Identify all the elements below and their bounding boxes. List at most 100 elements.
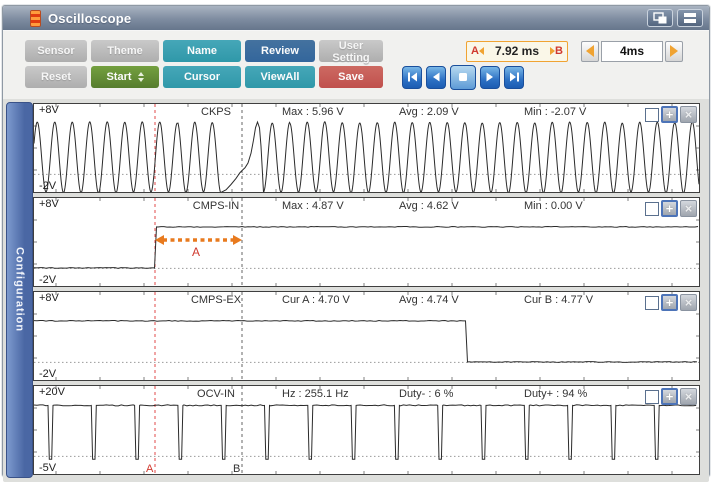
reset-button[interactable]: Reset <box>25 66 87 88</box>
app-icon <box>31 10 40 26</box>
scope-area: Configuration +8V -2V CKPS Max : 5.96 V … <box>3 99 709 482</box>
cmps-ex-channel-name: CMPS-EX <box>190 294 242 306</box>
configuration-tab-label: Configuration <box>13 247 26 333</box>
ocv-in-vmax-label: +20V <box>39 386 65 398</box>
cursor-button[interactable]: Cursor <box>163 66 241 88</box>
ckps-stat-min: Min : -2.07 V <box>524 106 587 118</box>
name-button[interactable]: Name <box>163 40 241 62</box>
cmps-ex-stat-cura: Cur A : 4.70 V <box>282 294 350 306</box>
ocv-in-expand-button[interactable]: + <box>661 388 678 405</box>
toolbar: Sensor Theme Name Review User Setting A … <box>3 31 709 99</box>
configuration-tab[interactable]: Configuration <box>6 102 33 478</box>
playback-controls <box>402 64 524 90</box>
cmps-ex-waveform-plot[interactable] <box>34 292 699 380</box>
tile-icon <box>684 13 696 23</box>
ckps-waveform-plot[interactable] <box>34 104 699 192</box>
tile-windows-button[interactable] <box>677 9 703 27</box>
ocv-in-waveform-plot[interactable]: AB <box>34 386 699 474</box>
cmps-in-controls: + × <box>645 200 697 217</box>
ocv-in-channel-name: OCV-IN <box>197 388 235 400</box>
ckps-select-checkbox[interactable] <box>645 107 659 122</box>
cmps-ex-vmax-label: +8V <box>39 292 59 304</box>
ckps-close-button[interactable]: × <box>680 106 697 123</box>
ckps-vmax-label: +8V <box>39 104 59 116</box>
cmps-in-channel-name: CMPS-IN <box>192 200 240 212</box>
theme-button[interactable]: Theme <box>91 40 159 62</box>
toolbar-row-1: Sensor Theme Name Review User Setting A … <box>25 39 709 64</box>
review-button[interactable]: Review <box>245 40 315 62</box>
right-arrow-icon <box>670 45 678 57</box>
channel-panel-ocv-in: AB +20V -5V OCV-IN Hz : 255.1 Hz Duty- :… <box>33 385 700 475</box>
start-spinner-icon <box>137 72 144 82</box>
cmps-ex-controls: + × <box>645 294 697 311</box>
cmps-in-select-checkbox[interactable] <box>645 201 659 216</box>
oscilloscope-window: Oscilloscope Sensor Theme Name Review Us <box>2 5 710 482</box>
window-buttons <box>647 9 703 27</box>
ckps-stat-max: Max : 5.96 V <box>282 106 344 118</box>
ocv-in-stat-hz: Hz : 255.1 Hz <box>282 388 349 400</box>
window-title: Oscilloscope <box>48 10 132 26</box>
ckps-channel-name: CKPS <box>201 106 231 118</box>
skip-to-start-icon <box>407 72 417 82</box>
cmps-in-close-button[interactable]: × <box>680 200 697 217</box>
ab-time-display: A 7.92 ms B <box>466 40 568 62</box>
cmps-in-stat-avg: Avg : 4.62 V <box>399 200 459 212</box>
timebase-group: A 7.92 ms B 4ms <box>466 40 709 62</box>
cmps-ex-close-button[interactable]: × <box>680 294 697 311</box>
save-button[interactable]: Save <box>319 66 383 88</box>
sensor-button[interactable]: Sensor <box>25 40 87 62</box>
skip-to-start-button[interactable] <box>402 65 422 89</box>
svg-text:A: A <box>146 463 154 474</box>
cmps-in-vmin-label: -2V <box>39 274 57 286</box>
ocv-in-select-checkbox[interactable] <box>645 389 659 404</box>
timebase-value[interactable]: 4ms <box>601 40 663 62</box>
cmps-in-expand-button[interactable]: + <box>661 200 678 217</box>
ckps-vmin-label: -2V <box>39 180 57 192</box>
ocv-in-vmin-label: -5V <box>39 462 57 474</box>
titlebar: Oscilloscope <box>3 6 709 31</box>
cmps-in-stat-min: Min : 0.00 V <box>524 200 583 212</box>
cmps-ex-vmin-label: -2V <box>39 368 57 380</box>
cmps-ex-expand-button[interactable]: + <box>661 294 678 311</box>
skip-to-end-icon <box>509 72 519 82</box>
cmps-ex-select-checkbox[interactable] <box>645 295 659 310</box>
svg-text:B: B <box>233 463 240 474</box>
toolbar-row-2: Reset Start Cursor ViewAll Save <box>25 64 709 90</box>
ocv-in-stat-duty-plus: Duty+ : 94 % <box>524 388 588 400</box>
ocv-in-stat-duty-minus: Duty- : 6 % <box>399 388 454 400</box>
ocv-in-close-button[interactable]: × <box>680 388 697 405</box>
timebase-decrease-button[interactable] <box>581 40 599 62</box>
ab-time-value: 7.92 ms <box>494 44 540 58</box>
step-back-icon <box>433 72 440 82</box>
cascade-icon <box>653 12 667 24</box>
cmps-in-vmax-label: +8V <box>39 198 59 210</box>
timebase-increase-button[interactable] <box>665 40 683 62</box>
cmps-in-stat-max: Max : 4.87 V <box>282 200 344 212</box>
start-label: Start <box>106 71 132 83</box>
cursor-b-label: B <box>555 45 563 57</box>
channel-panels: +8V -2V CKPS Max : 5.96 V Avg : 2.09 V M… <box>33 103 700 475</box>
stop-button[interactable] <box>450 64 476 90</box>
left-arrow-icon <box>586 45 594 57</box>
step-back-button[interactable] <box>426 65 446 89</box>
cmps-ex-stat-curb: Cur B : 4.77 V <box>524 294 594 306</box>
start-button[interactable]: Start <box>91 66 159 88</box>
cmps-ex-stat-avg: Avg : 4.74 V <box>399 294 459 306</box>
cascade-windows-button[interactable] <box>647 9 673 27</box>
play-icon <box>486 72 493 82</box>
ckps-controls: + × <box>645 106 697 123</box>
ckps-expand-button[interactable]: + <box>661 106 678 123</box>
play-button[interactable] <box>480 65 500 89</box>
viewall-button[interactable]: ViewAll <box>245 66 315 88</box>
channel-panel-cmps-ex: +8V -2V CMPS-EX Cur A : 4.70 V Avg : 4.7… <box>33 291 700 381</box>
channel-panel-ckps: +8V -2V CKPS Max : 5.96 V Avg : 2.09 V M… <box>33 103 700 193</box>
channel-panel-cmps-in: A +8V -2V CMPS-IN Max : 4.87 V Avg : 4.6… <box>33 197 700 287</box>
ocv-in-controls: + × <box>645 388 697 405</box>
cmps-in-waveform-plot[interactable]: A <box>34 198 699 286</box>
svg-text:A: A <box>192 245 200 259</box>
cursor-a-label: A <box>471 45 479 57</box>
skip-to-end-button[interactable] <box>504 65 524 89</box>
user-setting-button[interactable]: User Setting <box>319 40 383 64</box>
ckps-stat-avg: Avg : 2.09 V <box>399 106 459 118</box>
stop-icon <box>459 73 467 81</box>
